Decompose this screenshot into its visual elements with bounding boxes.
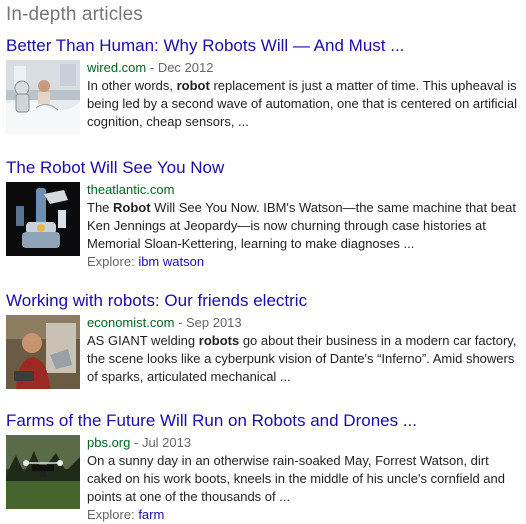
article-title-link[interactable]: Better Than Human: Why Robots Will — And… [6, 36, 522, 56]
article-title-link[interactable]: Farms of the Future Will Run on Robots a… [6, 411, 522, 431]
date-separator: - [174, 315, 186, 330]
snippet-highlight: Robot [113, 200, 151, 215]
man-with-robot-image[interactable] [6, 315, 80, 389]
explore-line: Explore: ibm watson [87, 253, 522, 271]
robot-arm-image[interactable] [6, 182, 80, 256]
article-source: economist.com [87, 315, 175, 330]
robot-in-bed-image[interactable] [6, 60, 80, 134]
article-source: pbs.org [87, 435, 131, 450]
article-item: Farms of the Future Will Run on Robots a… [6, 411, 522, 522]
article-snippet: The Robot Will See You Now. IBM's Watson… [87, 199, 522, 253]
article-source: wired.com [87, 60, 147, 75]
article-title-link[interactable]: The Robot Will See You Now [6, 158, 522, 178]
article-item: Better Than Human: Why Robots Will — And… [6, 36, 522, 134]
snippet-highlight: robots [198, 333, 240, 348]
article-date: Dec 2012 [157, 60, 214, 75]
article-date: Jul 2013 [141, 435, 192, 450]
snippet-text: In other words, [87, 78, 177, 93]
snippet-text: Will See You Now. IBM's Watson—the same … [87, 200, 517, 251]
snippet-highlight: robot [176, 78, 210, 93]
section-title: In-depth articles [6, 4, 143, 25]
article-snippet: On a sunny day in an otherwise rain-soak… [87, 452, 522, 506]
explore-line: Explore: farm [87, 506, 522, 524]
date-separator: - [130, 435, 142, 450]
article-source: theatlantic.com [87, 182, 175, 197]
article-snippet: AS GIANT welding robots go about their b… [87, 332, 522, 386]
snippet-text: On a sunny day in an otherwise rain-soak… [87, 453, 505, 504]
explore-link[interactable]: ibm watson [138, 254, 204, 269]
snippet-text: AS GIANT welding [87, 333, 199, 348]
explore-label: Explore: [87, 507, 139, 522]
article-item: The Robot Will See You Now theatlantic.c… [6, 158, 522, 269]
explore-link[interactable]: farm [138, 507, 164, 522]
article-snippet: In other words, robot replacement is jus… [87, 77, 522, 131]
date-separator: - [146, 60, 158, 75]
drone-over-field-image[interactable] [6, 435, 80, 509]
article-title-link[interactable]: Working with robots: Our friends electri… [6, 291, 522, 311]
article-item: Working with robots: Our friends electri… [6, 291, 522, 389]
article-date: Sep 2013 [185, 315, 242, 330]
explore-label: Explore: [87, 254, 139, 269]
snippet-text: The [87, 200, 114, 215]
